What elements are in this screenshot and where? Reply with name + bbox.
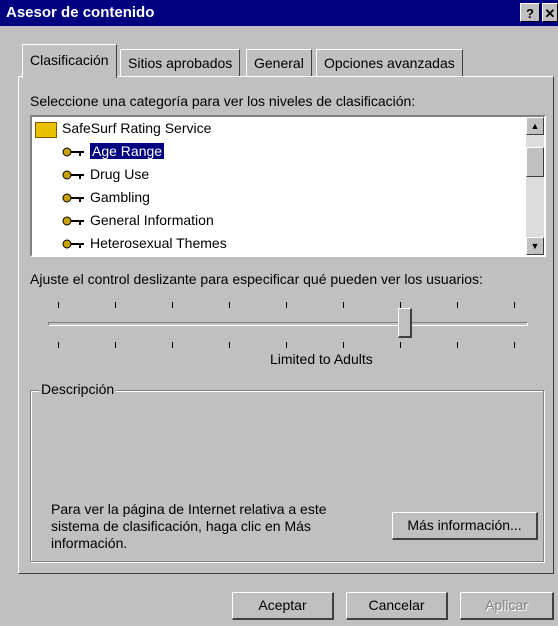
category-listbox[interactable]: SafeSurf Rating Service Age Range Drug U… bbox=[30, 115, 546, 257]
key-icon bbox=[62, 216, 84, 226]
tab-opciones-avanzadas[interactable]: Opciones avanzadas bbox=[316, 49, 463, 76]
category-prompt: Seleccione una categoría para ver los ni… bbox=[30, 93, 416, 109]
slider-tick bbox=[343, 302, 344, 308]
slider-thumb[interactable] bbox=[398, 308, 412, 338]
slider-tick bbox=[457, 342, 458, 348]
list-item-label: Age Range bbox=[88, 142, 166, 160]
list-item-label: SafeSurf Rating Service bbox=[62, 120, 212, 136]
slider-prompt: Ajuste el control deslizante para especi… bbox=[30, 271, 483, 287]
slider-tick bbox=[115, 342, 116, 348]
list-item-label: Gambling bbox=[90, 189, 150, 205]
key-icon bbox=[62, 170, 84, 180]
vertical-scrollbar[interactable]: ▲ ▼ bbox=[526, 117, 544, 255]
slider-tick bbox=[514, 342, 515, 348]
list-item-heterosexual-themes[interactable]: Heterosexual Themes bbox=[32, 232, 522, 255]
slider-track[interactable] bbox=[48, 322, 528, 326]
slider-tick bbox=[115, 302, 116, 308]
rating-level-label: Limited to Adults bbox=[270, 351, 373, 367]
scroll-up-arrow-icon[interactable]: ▲ bbox=[526, 117, 544, 135]
slider-tick bbox=[229, 342, 230, 348]
window-title: Asesor de contenido bbox=[6, 4, 155, 21]
more-info-button[interactable]: Más información... bbox=[392, 512, 538, 540]
close-button[interactable]: ✕ bbox=[542, 3, 558, 22]
key-icon bbox=[62, 147, 84, 157]
tab-clasificacion[interactable]: Clasificación bbox=[22, 44, 117, 78]
key-icon bbox=[62, 239, 84, 249]
list-item-general-information[interactable]: General Information bbox=[32, 209, 522, 232]
slider-tick bbox=[58, 302, 59, 308]
scroll-thumb[interactable] bbox=[526, 147, 544, 177]
title-bar: Asesor de contenido ? ✕ bbox=[0, 0, 558, 26]
list-item-root[interactable]: SafeSurf Rating Service bbox=[32, 117, 522, 140]
slider-tick bbox=[172, 342, 173, 348]
slider-tick bbox=[457, 302, 458, 308]
apply-button[interactable]: Aplicar bbox=[460, 592, 554, 620]
slider-tick bbox=[343, 342, 344, 348]
slider-tick bbox=[172, 302, 173, 308]
scroll-down-arrow-icon[interactable]: ▼ bbox=[526, 237, 544, 255]
slider-tick bbox=[286, 302, 287, 308]
slider-tick bbox=[400, 342, 401, 348]
list-item-label: General Information bbox=[90, 212, 214, 228]
list-item-label: Heterosexual Themes bbox=[90, 235, 227, 251]
slider-tick bbox=[58, 342, 59, 348]
description-text: Para ver la página de Internet relativa … bbox=[51, 501, 327, 551]
cancel-button[interactable]: Cancelar bbox=[346, 592, 448, 620]
key-icon bbox=[62, 193, 84, 203]
tab-sitios-aprobados[interactable]: Sitios aprobados bbox=[120, 49, 241, 76]
tab-general[interactable]: General bbox=[246, 49, 312, 76]
list-item-gambling[interactable]: Gambling bbox=[32, 186, 522, 209]
slider-tick bbox=[514, 302, 515, 308]
list-item-age-range[interactable]: Age Range bbox=[32, 140, 522, 163]
list-item-label: Drug Use bbox=[90, 166, 150, 182]
ratings-folder-icon bbox=[35, 122, 57, 138]
list-item-drug-use[interactable]: Drug Use bbox=[32, 163, 522, 186]
slider-tick bbox=[229, 302, 230, 308]
help-button[interactable]: ? bbox=[520, 3, 540, 22]
description-legend: Descripción bbox=[39, 381, 117, 397]
ok-button[interactable]: Aceptar bbox=[232, 592, 334, 620]
slider-tick bbox=[286, 342, 287, 348]
